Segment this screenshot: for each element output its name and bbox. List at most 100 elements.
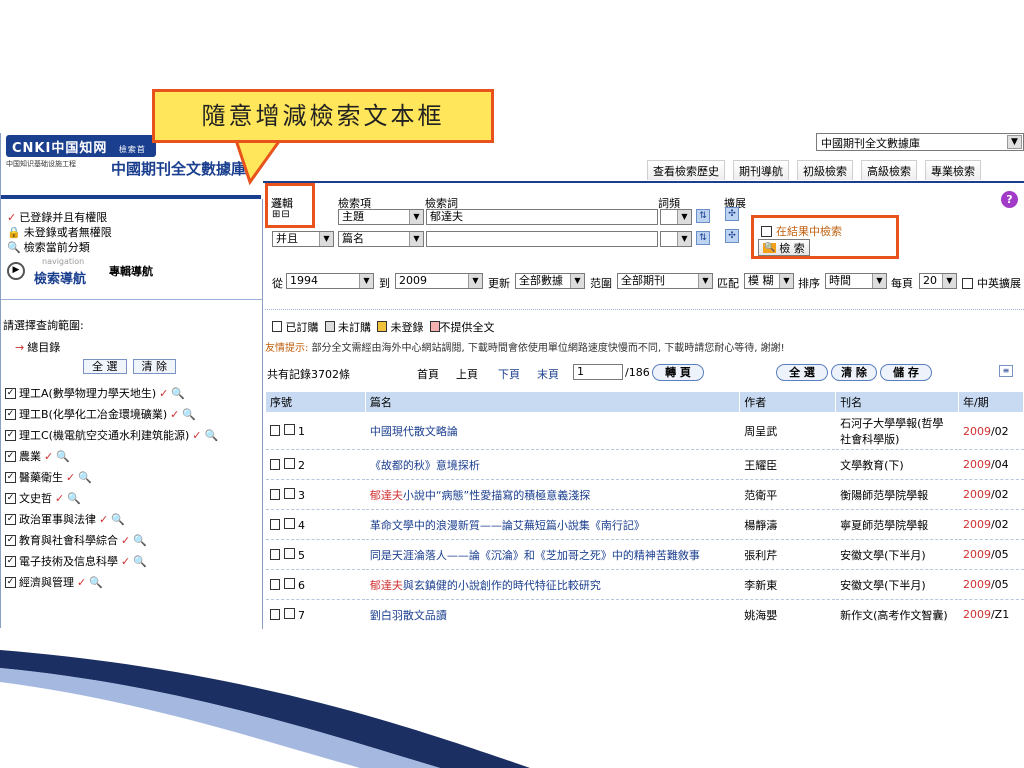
update-select[interactable]: 全部數據 ▼ bbox=[515, 273, 585, 289]
tab-basic-search[interactable]: 初級檢索 bbox=[797, 160, 853, 180]
database-select[interactable]: 中國期刊全文數據庫 ▼ bbox=[816, 133, 1024, 151]
row-checkbox[interactable] bbox=[283, 547, 295, 559]
magnifier-icon[interactable]: 🔍 bbox=[133, 555, 147, 568]
col-journal-header[interactable]: 刊名 bbox=[835, 391, 959, 413]
tab-history[interactable]: 查看檢索歷史 bbox=[647, 160, 725, 180]
title-hit-term[interactable]: 郁達夫 bbox=[370, 489, 403, 502]
document-icon[interactable] bbox=[270, 608, 280, 620]
special-nav-link[interactable]: 專輯導航 bbox=[109, 263, 153, 279]
category-checkbox[interactable]: ✓ bbox=[5, 555, 16, 567]
search-nav-heading[interactable]: ▶ navigation 檢索導航 專輯導航 bbox=[7, 257, 153, 287]
row2-term-input[interactable] bbox=[426, 231, 658, 247]
row2-logic-select[interactable]: 并且 ▼ bbox=[272, 231, 334, 247]
page-number-input[interactable]: 1 bbox=[573, 364, 623, 380]
magnifier-icon[interactable]: 🔍 bbox=[67, 492, 81, 505]
title-link[interactable]: 《故都的秋》意境探析 bbox=[370, 459, 480, 472]
row-checkbox[interactable] bbox=[283, 487, 295, 499]
category-item[interactable]: ✓ 理工C(機電航空交通水利建筑能源) ✓ 🔍 bbox=[5, 427, 218, 443]
row2-freq-icon[interactable]: ⇅ bbox=[696, 231, 710, 245]
cn-en-expand-checkbox[interactable] bbox=[962, 277, 973, 289]
category-item[interactable]: ✓ 電子技術及信息科學 ✓ 🔍 bbox=[5, 553, 147, 569]
col-title-header[interactable]: 篇名 bbox=[364, 391, 741, 413]
row2-field-select[interactable]: 篇名 ▼ bbox=[338, 231, 424, 247]
row1-freq-icon[interactable]: ⇅ bbox=[696, 209, 710, 223]
title-cell[interactable]: 中國現代散文略論 bbox=[364, 412, 740, 450]
row-checkbox[interactable] bbox=[283, 577, 295, 589]
magnifier-icon[interactable]: 🔍 bbox=[204, 429, 218, 442]
title-link[interactable]: 革命文學中的浪漫新質——論艾蕪短篇小說集《南行記》 bbox=[370, 519, 645, 532]
magnifier-icon[interactable]: 🔍 bbox=[89, 576, 103, 589]
title-cell[interactable]: 《故都的秋》意境探析 bbox=[364, 449, 740, 480]
cn-en-expand-option[interactable]: 中英擴展 bbox=[962, 275, 1021, 291]
category-item[interactable]: ✓ 農業 ✓ 🔍 bbox=[5, 448, 70, 464]
title-cell[interactable]: 郁達夫與玄鎮健的小說創作的時代特征比較研究 bbox=[364, 569, 740, 600]
category-item[interactable]: ✓ 理工B(化學化工冶金環境礦業) ✓ 🔍 bbox=[5, 406, 196, 422]
category-item[interactable]: ✓ 教育與社會科學綜合 ✓ 🔍 bbox=[5, 532, 147, 548]
title-link[interactable]: 小說中“病態”性愛描寫的積極意義淺探 bbox=[403, 489, 590, 502]
row1-term-input[interactable]: 郁達夫 bbox=[426, 209, 658, 225]
per-page-select[interactable]: 20 ▼ bbox=[919, 273, 957, 289]
category-item[interactable]: ✓ 醫藥衛生 ✓ 🔍 bbox=[5, 469, 92, 485]
prev-page-link[interactable]: 上頁 bbox=[456, 366, 478, 382]
next-page-link[interactable]: 下頁 bbox=[498, 366, 520, 382]
row-checkbox[interactable] bbox=[283, 457, 295, 469]
select-all-button[interactable]: 全 選 bbox=[776, 364, 828, 381]
tab-expert-search[interactable]: 專業檢索 bbox=[925, 160, 981, 180]
sidebar-clear-button[interactable]: 清 除 bbox=[132, 359, 176, 374]
category-item[interactable]: ✓ 理工A(數學物理力學天地生) ✓ 🔍 bbox=[5, 385, 185, 401]
document-icon[interactable] bbox=[270, 548, 280, 560]
col-author-header[interactable]: 作者 bbox=[739, 391, 837, 413]
category-checkbox[interactable]: ✓ bbox=[5, 513, 16, 525]
category-item[interactable]: ✓ 文史哲 ✓ 🔍 bbox=[5, 490, 81, 506]
category-checkbox[interactable]: ✓ bbox=[5, 534, 16, 546]
category-item[interactable]: ✓ 經濟與管理 ✓ 🔍 bbox=[5, 574, 103, 590]
row-checkbox[interactable] bbox=[283, 517, 295, 529]
sort-select[interactable]: 時間 ▼ bbox=[825, 273, 887, 289]
document-icon[interactable] bbox=[270, 488, 280, 500]
col-number-header[interactable]: 序號 bbox=[265, 391, 366, 413]
tab-advanced-search[interactable]: 高級檢索 bbox=[861, 160, 917, 180]
to-year-select[interactable]: 2009 ▼ bbox=[395, 273, 483, 289]
magnifier-icon[interactable]: 🔍 bbox=[111, 513, 125, 526]
title-link[interactable]: 劉白羽散文品讀 bbox=[370, 609, 447, 622]
category-checkbox[interactable]: ✓ bbox=[5, 408, 16, 420]
magnifier-icon[interactable]: 🔍 bbox=[78, 471, 92, 484]
first-page-link[interactable]: 首頁 bbox=[417, 366, 439, 382]
magnifier-icon[interactable]: 🔍 bbox=[133, 534, 147, 547]
go-page-button[interactable]: 轉 頁 bbox=[652, 364, 704, 381]
row2-freq-select[interactable]: ▼ bbox=[660, 231, 692, 247]
title-link[interactable]: 與玄鎮健的小說創作的時代特征比較研究 bbox=[403, 579, 601, 592]
help-icon[interactable]: ? bbox=[1001, 191, 1018, 208]
category-checkbox[interactable]: ✓ bbox=[5, 450, 16, 462]
category-checkbox[interactable]: ✓ bbox=[5, 429, 16, 441]
match-select[interactable]: 模 糊 ▼ bbox=[744, 273, 794, 289]
row-checkbox[interactable] bbox=[283, 424, 295, 435]
category-item[interactable]: ✓ 政治軍事與法律 ✓ 🔍 bbox=[5, 511, 125, 527]
tab-journal-nav[interactable]: 期刊導航 bbox=[733, 160, 789, 180]
title-hit-term[interactable]: 郁達夫 bbox=[370, 579, 403, 592]
last-page-link[interactable]: 末頁 bbox=[537, 366, 559, 382]
sidebar-select-all-button[interactable]: 全 選 bbox=[83, 359, 127, 374]
scope-select[interactable]: 全部期刊 ▼ bbox=[617, 273, 713, 289]
category-checkbox[interactable]: ✓ bbox=[5, 387, 16, 399]
from-year-select[interactable]: 1994 ▼ bbox=[286, 273, 374, 289]
row-checkbox[interactable] bbox=[283, 607, 295, 619]
title-link[interactable]: 同是天涯淪落人——論《沉淪》和《芝加哥之死》中的精神苦難敘事 bbox=[370, 549, 700, 562]
col-year-header[interactable]: 年/期 bbox=[957, 391, 1024, 413]
title-link[interactable]: 中國現代散文略論 bbox=[370, 425, 458, 438]
document-icon[interactable] bbox=[270, 425, 280, 436]
catalog-item[interactable]: → 總目錄 bbox=[15, 339, 60, 355]
list-view-icon[interactable]: ≡ bbox=[999, 365, 1013, 377]
save-button[interactable]: 儲 存 bbox=[880, 364, 932, 381]
document-icon[interactable] bbox=[270, 578, 280, 590]
category-checkbox[interactable]: ✓ bbox=[5, 576, 16, 588]
document-icon[interactable] bbox=[270, 518, 280, 530]
title-cell[interactable]: 劉白羽散文品讀 bbox=[364, 599, 740, 630]
magnifier-icon[interactable]: 🔍 bbox=[56, 450, 70, 463]
row2-expand-icon[interactable]: ✣ bbox=[725, 229, 739, 243]
title-cell[interactable]: 郁達夫小說中“病態”性愛描寫的積極意義淺探 bbox=[364, 479, 740, 510]
row1-field-select[interactable]: 主題 ▼ bbox=[338, 209, 424, 225]
chevron-down-icon[interactable]: ▼ bbox=[1007, 135, 1022, 149]
row1-expand-icon[interactable]: ✣ bbox=[725, 207, 739, 221]
magnifier-icon[interactable]: 🔍 bbox=[171, 387, 185, 400]
